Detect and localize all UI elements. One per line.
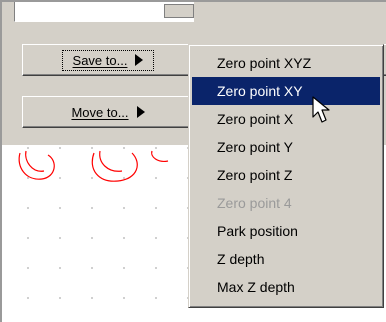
menu-item-zero-point-4: Zero point 4 [217,195,292,211]
menu-item-zero-point-y[interactable]: Zero point Y [192,133,380,161]
menu-item-z-depth[interactable]: Z depth [192,245,380,273]
menu-item-zero-point-x[interactable]: Zero point X [192,105,380,133]
arrow-pointer-icon [312,96,330,123]
menu-item-zero-point-xyz[interactable]: Zero point XYZ [192,49,380,77]
menu-item-max-z-depth[interactable]: Max Z depth [192,273,380,301]
save-to-label: Save to... [72,52,128,68]
list-box-bottom[interactable] [14,2,194,22]
menu-item-park-position[interactable]: Park position [192,217,380,245]
menu-item-zero-point-z[interactable]: Zero point Z [192,161,380,189]
save-to-submenu: Zero point XYZ Zero point XY Zero point … [188,44,384,308]
move-to-label: Move to... [71,104,129,120]
triangle-right-icon [136,106,145,118]
scrollbar-thumb[interactable] [164,4,194,18]
move-to-button[interactable]: Move to... [22,96,194,128]
menu-item-zero-point-xy[interactable]: Zero point XY [192,77,380,105]
save-to-button[interactable]: Save to... [22,44,194,76]
triangle-right-icon [135,54,144,66]
toolpath-curves [18,150,169,182]
